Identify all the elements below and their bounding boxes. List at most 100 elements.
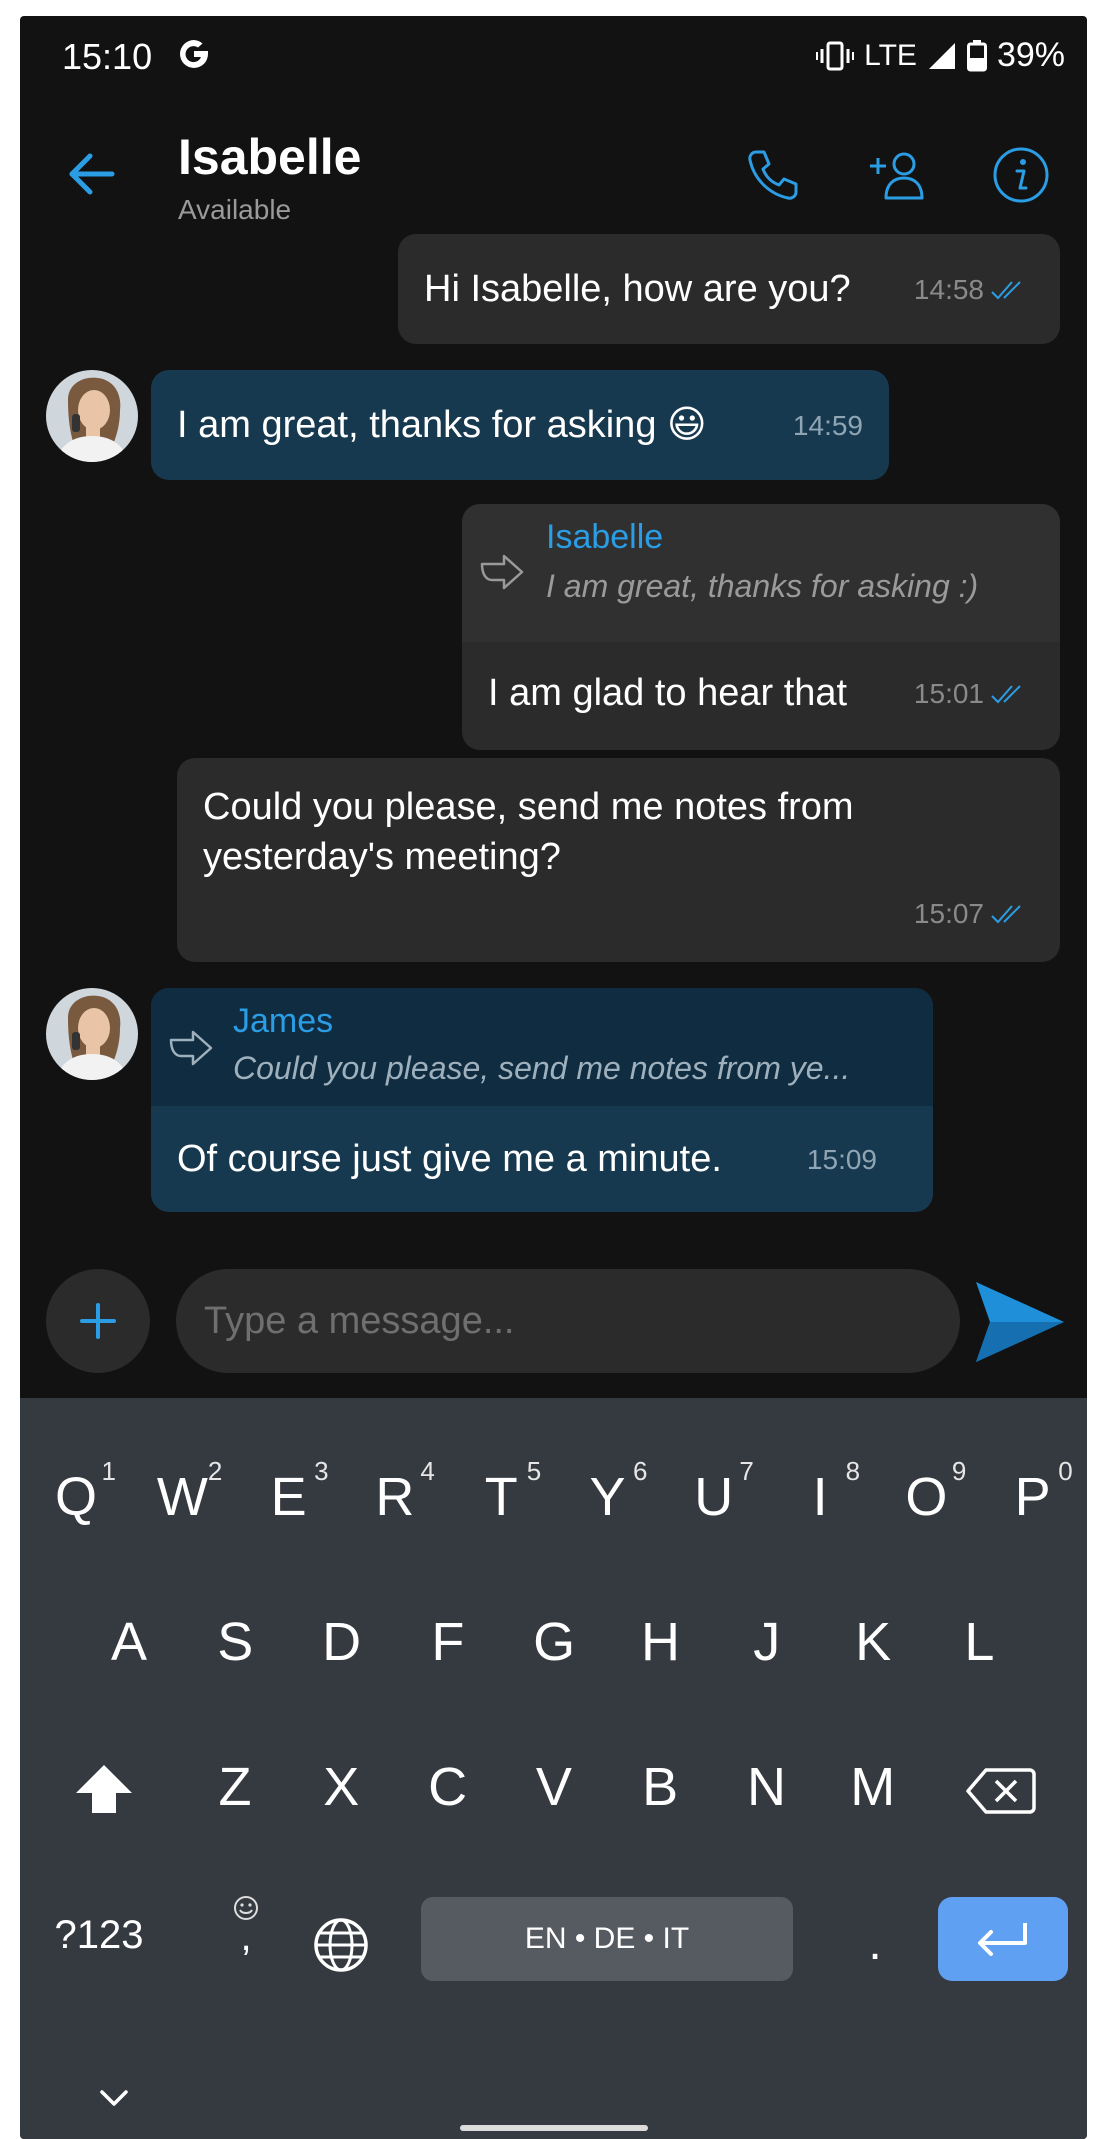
message-time: 15:07: [913, 898, 984, 929]
keyboard-key[interactable]: Q1: [24, 1456, 128, 1528]
quoted-message[interactable]: James Could you please, send me notes fr…: [151, 988, 933, 1106]
emoji-comma-key[interactable]: ,: [216, 1894, 276, 1959]
avatar[interactable]: [46, 370, 138, 462]
key-label: X: [323, 1757, 360, 1817]
keyboard-key[interactable]: T5: [449, 1456, 553, 1528]
keyboard-key[interactable]: E3: [237, 1456, 341, 1528]
message-text: Of course just give me a minute.: [177, 1138, 722, 1180]
key-number-hint: 6: [633, 1456, 648, 1486]
key-label: S: [217, 1612, 254, 1672]
space-bar-label: EN • DE • IT: [524, 1922, 690, 1955]
message-timestamp: 14:59: [793, 410, 863, 442]
quote-text: Could you please, send me notes from ye.…: [233, 1050, 851, 1086]
key-label: B: [642, 1757, 679, 1817]
keyboard-key[interactable]: L: [927, 1611, 1031, 1673]
keyboard-key[interactable]: I8: [768, 1456, 872, 1528]
keyboard-key[interactable]: H: [609, 1611, 713, 1673]
keyboard-key[interactable]: C: [396, 1756, 500, 1818]
read-receipt-icon: [991, 281, 1021, 300]
battery-icon: [966, 39, 987, 71]
message-timestamp: 15:09: [807, 1144, 877, 1176]
message-timestamp: 14:58: [914, 274, 1028, 306]
status-time: 15:10: [62, 36, 153, 77]
gesture-navigation-bar[interactable]: [460, 2125, 648, 2131]
key-number-hint: 2: [207, 1456, 223, 1486]
keyboard-key[interactable]: K: [821, 1611, 925, 1673]
message-bubble-incoming[interactable]: I am great, thanks for asking 😃 14:59: [151, 370, 889, 480]
quote-author: James: [233, 1002, 334, 1040]
key-label: P: [1014, 1467, 1051, 1527]
enter-key[interactable]: [938, 1897, 1068, 1981]
message-input[interactable]: [176, 1269, 960, 1373]
backspace-icon[interactable]: [966, 1766, 1036, 1816]
message-bubble-outgoing[interactable]: Could you please, send me notes from yes…: [177, 758, 1060, 962]
keyboard-key[interactable]: Z: [183, 1756, 287, 1818]
comma-key-label: ,: [240, 1915, 252, 1959]
google-g-icon: [180, 40, 208, 68]
globe-icon[interactable]: [312, 1916, 370, 1974]
key-number-hint: 3: [314, 1456, 329, 1486]
key-number-hint: 8: [845, 1456, 861, 1486]
key-label: T: [484, 1467, 518, 1527]
keyboard-key[interactable]: F: [396, 1611, 500, 1673]
keyboard-key[interactable]: O9: [874, 1456, 978, 1528]
message-time: 15:01: [913, 678, 984, 709]
key-label: Y: [589, 1467, 626, 1527]
keyboard-key[interactable]: D: [290, 1611, 394, 1673]
add-participant-icon[interactable]: [866, 144, 928, 206]
avatar-image: [46, 988, 138, 1080]
keyboard-key[interactable]: J: [715, 1611, 819, 1673]
signal-icon: [928, 42, 955, 69]
message-time: 14:59: [792, 410, 863, 441]
contact-status: Available: [178, 194, 292, 225]
keyboard-key[interactable]: U7: [662, 1456, 766, 1528]
keyboard-key[interactable]: X: [289, 1756, 393, 1818]
key-number-hint: 7: [739, 1456, 754, 1486]
status-right-group: LTE 39%: [816, 36, 1065, 75]
message-bubble-incoming-reply[interactable]: James Could you please, send me notes fr…: [151, 988, 933, 1212]
key-label: K: [855, 1612, 892, 1672]
keyboard-key[interactable]: Y6: [556, 1456, 660, 1528]
key-number-hint: 1: [101, 1456, 116, 1486]
key-number-hint: 9: [951, 1456, 967, 1486]
soft-keyboard: Q1W2E3R4T5Y6U7I8O9P0 ASDFGHJKL ZXCVBNM ?…: [20, 1398, 1087, 2139]
quoted-message[interactable]: Isabelle I am great, thanks for asking :…: [462, 504, 1060, 642]
keyboard-key[interactable]: S: [183, 1611, 287, 1673]
message-timestamp: 15:07: [914, 898, 1028, 930]
symbols-key[interactable]: ?123: [44, 1913, 154, 1958]
period-key[interactable]: .: [850, 1916, 900, 1971]
keyboard-key[interactable]: W2: [130, 1456, 234, 1528]
app-screen: 15:10 LTE 39% Isabelle Available Hi Isab…: [20, 16, 1087, 2139]
keyboard-key[interactable]: P0: [981, 1456, 1085, 1528]
avatar[interactable]: [46, 988, 138, 1080]
keyboard-key[interactable]: M: [821, 1756, 925, 1818]
message-bubble-outgoing[interactable]: Hi Isabelle, how are you? 14:58: [398, 234, 1060, 344]
message-timestamp: 15:01: [914, 678, 1028, 710]
attach-button[interactable]: [46, 1269, 150, 1373]
phone-icon[interactable]: [742, 144, 804, 206]
battery-level: 39%: [996, 36, 1065, 74]
info-icon[interactable]: [990, 144, 1052, 206]
back-arrow-icon[interactable]: [64, 146, 120, 202]
key-label: R: [375, 1467, 415, 1527]
keyboard-key[interactable]: G: [502, 1611, 606, 1673]
message-text: I am great, thanks for asking 😃: [177, 404, 707, 446]
shift-icon[interactable]: [74, 1761, 134, 1817]
keyboard-key[interactable]: B: [608, 1756, 712, 1818]
keyboard-key[interactable]: V: [502, 1756, 606, 1818]
key-label: O: [905, 1467, 948, 1527]
key-label: M: [850, 1757, 896, 1817]
key-number-hint: 4: [420, 1456, 435, 1486]
keyboard-key[interactable]: A: [77, 1611, 181, 1673]
contact-name[interactable]: Isabelle: [178, 128, 361, 186]
key-label: E: [270, 1467, 307, 1527]
key-label: A: [110, 1612, 148, 1672]
message-bubble-outgoing-reply[interactable]: Isabelle I am great, thanks for asking :…: [462, 504, 1060, 750]
hide-keyboard-chevron-icon[interactable]: [98, 2088, 130, 2108]
message-text: Could you please, send me notes from yes…: [203, 786, 854, 878]
keyboard-key[interactable]: R4: [343, 1456, 447, 1528]
keyboard-key[interactable]: N: [715, 1756, 819, 1818]
space-bar[interactable]: EN • DE • IT: [421, 1897, 793, 1981]
send-icon[interactable]: [974, 1280, 1066, 1364]
avatar-image: [46, 370, 138, 462]
